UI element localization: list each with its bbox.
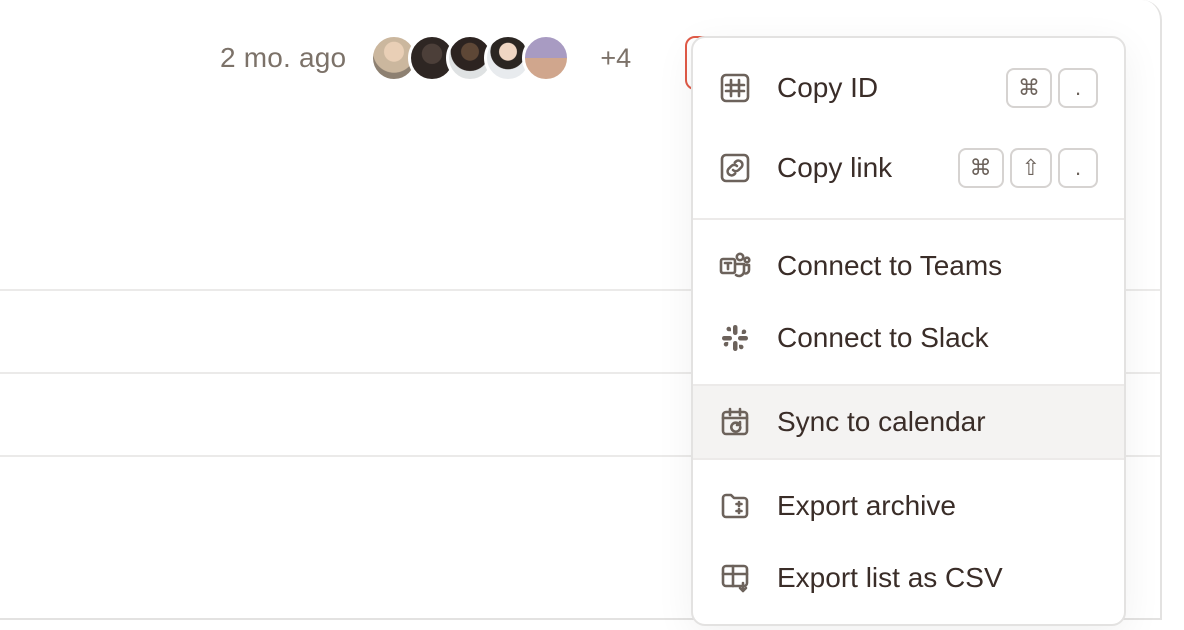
link-icon — [719, 152, 751, 184]
menu-item-label: Connect to Slack — [777, 322, 1098, 354]
content-frame: 2 mo. ago +4 — [0, 0, 1162, 620]
hash-icon — [719, 72, 751, 104]
menu-item-connect-slack[interactable]: Connect to Slack — [693, 302, 1124, 374]
avatar-overflow-count[interactable]: +4 — [600, 43, 631, 74]
menu-item-export-csv[interactable]: Export list as CSV — [693, 542, 1124, 614]
menu-item-copy-id[interactable]: Copy ID ⌘ . — [693, 48, 1124, 128]
table-export-icon — [719, 562, 751, 594]
kbd-key: . — [1058, 148, 1098, 188]
kbd-key: ⌘ — [1006, 68, 1052, 108]
timestamp-label: 2 mo. ago — [220, 42, 346, 74]
menu-section: Copy ID ⌘ . Copy link ⌘ ⇧ — [693, 38, 1124, 218]
kbd-key: ⌘ — [958, 148, 1004, 188]
shortcut-group: ⌘ ⇧ . — [958, 148, 1098, 188]
menu-item-label: Connect to Teams — [777, 250, 1098, 282]
menu-section: Connect to Teams Connect to Slack — [693, 220, 1124, 384]
avatar[interactable] — [522, 34, 570, 82]
kbd-key: . — [1058, 68, 1098, 108]
menu-section: Export archive Export list as CSV — [693, 460, 1124, 624]
menu-item-sync-calendar[interactable]: Sync to calendar — [693, 386, 1124, 458]
context-menu: Copy ID ⌘ . Copy link ⌘ ⇧ — [691, 36, 1126, 626]
menu-item-label: Export list as CSV — [777, 562, 1098, 594]
slack-icon — [719, 322, 751, 354]
archive-icon — [719, 490, 751, 522]
teams-icon — [719, 250, 751, 282]
shortcut-group: ⌘ . — [1006, 68, 1098, 108]
menu-item-label: Export archive — [777, 490, 1098, 522]
calendar-sync-icon — [719, 406, 751, 438]
kbd-key: ⇧ — [1010, 148, 1052, 188]
avatar-stack[interactable] — [370, 34, 570, 82]
menu-item-label: Sync to calendar — [777, 406, 1098, 438]
menu-section: Sync to calendar — [693, 386, 1124, 458]
menu-item-label: Copy ID — [777, 72, 980, 104]
menu-item-connect-teams[interactable]: Connect to Teams — [693, 230, 1124, 302]
menu-item-export-archive[interactable]: Export archive — [693, 470, 1124, 542]
menu-item-copy-link[interactable]: Copy link ⌘ ⇧ . — [693, 128, 1124, 208]
menu-item-label: Copy link — [777, 152, 932, 184]
